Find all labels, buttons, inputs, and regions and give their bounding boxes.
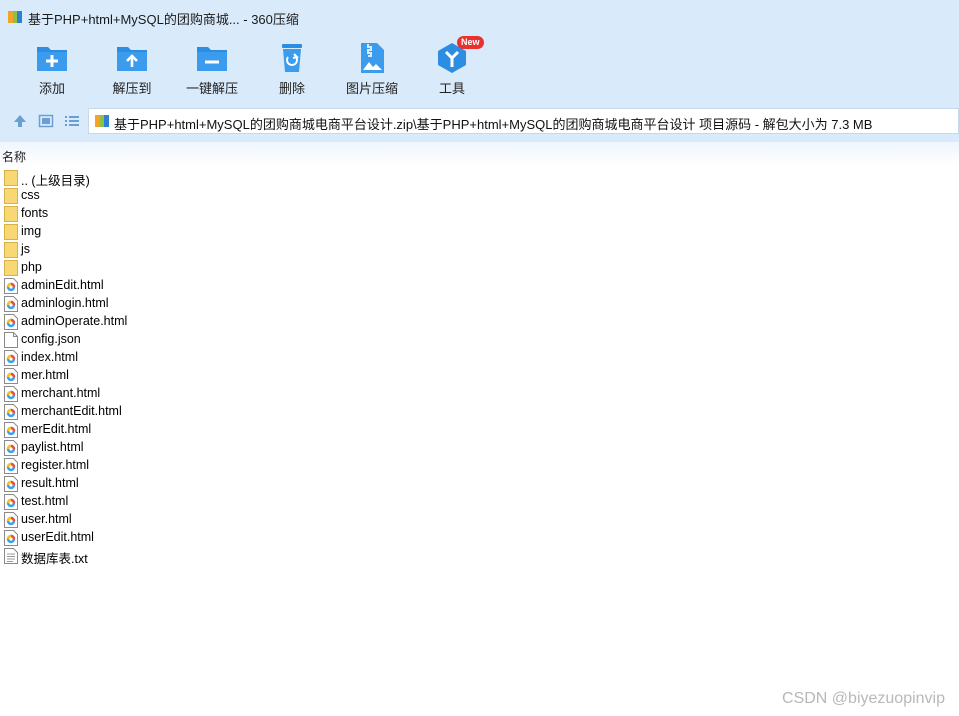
html-file-icon	[4, 476, 18, 492]
file-name: config.json	[21, 332, 81, 346]
folder-icon	[4, 170, 18, 186]
file-name: user.html	[21, 512, 72, 526]
html-file-icon	[4, 494, 18, 510]
title-bar: 基于PHP+html+MySQL的团购商城... - 360压缩	[0, 0, 959, 34]
new-badge: New	[457, 36, 484, 49]
file-icon	[4, 332, 18, 348]
file-row[interactable]: merchant.html	[4, 385, 604, 403]
file-list: .. (上级目录) css fonts img js php adminEdit.html a…	[4, 169, 604, 566]
file-name: fonts	[21, 206, 49, 220]
image-compress-icon	[361, 43, 384, 73]
file-name: adminlogin.html	[21, 296, 109, 310]
file-name: merchant.html	[21, 386, 101, 400]
delete-label: 删除	[278, 81, 305, 96]
file-name: merEdit.html	[21, 422, 92, 436]
file-row[interactable]: php	[4, 259, 604, 277]
file-name: test.html	[21, 494, 69, 508]
file-row[interactable]: index.html	[4, 349, 604, 367]
toolbar: 添加 解压到 一键解压 删除 图片压缩 New 工具	[0, 34, 959, 100]
recycle-delete-icon	[282, 44, 302, 72]
text-file-icon	[4, 548, 18, 564]
file-row[interactable]: register.html	[4, 457, 604, 475]
extract-to-icon	[117, 47, 147, 71]
html-file-icon	[4, 350, 18, 366]
watermark: CSDN @biyezuopinvip	[782, 690, 945, 707]
one-click-extract-icon	[197, 47, 227, 71]
one-click-extract-button[interactable]: 一键解压	[174, 39, 250, 97]
file-row[interactable]: user.html	[4, 511, 604, 529]
add-button[interactable]: 添加	[14, 39, 90, 97]
file-row[interactable]: css	[4, 187, 604, 205]
file-row[interactable]: fonts	[4, 205, 604, 223]
file-name: js	[21, 242, 31, 256]
file-row[interactable]: merEdit.html	[4, 421, 604, 439]
delete-button[interactable]: 删除	[254, 39, 330, 97]
archive-app-icon	[8, 11, 22, 23]
one-click-extract-label: 一键解压	[185, 81, 238, 96]
file-row[interactable]: 数据库表.txt	[4, 547, 604, 566]
up-arrow-icon[interactable]	[12, 113, 28, 129]
file-name: img	[21, 224, 42, 238]
file-name: userEdit.html	[21, 530, 94, 544]
extract-to-button[interactable]: 解压到	[94, 39, 170, 97]
image-compress-label: 图片压缩	[345, 81, 398, 96]
file-row[interactable]: config.json	[4, 331, 604, 349]
folder-icon	[4, 188, 18, 204]
file-row[interactable]: adminEdit.html	[4, 277, 604, 295]
file-name: 数据库表.txt	[21, 552, 88, 566]
folder-icon	[4, 224, 18, 240]
zip-archive-icon	[95, 115, 109, 127]
tools-label: 工具	[438, 81, 465, 96]
folder-icon	[4, 206, 18, 222]
html-file-icon	[4, 512, 18, 528]
file-row[interactable]: mer.html	[4, 367, 604, 385]
tools-button[interactable]: New 工具	[414, 36, 490, 97]
list-header-bg	[0, 142, 959, 166]
html-file-icon	[4, 278, 18, 294]
add-label: 添加	[38, 81, 65, 96]
file-name: merchantEdit.html	[21, 404, 122, 418]
folder-icon	[4, 242, 18, 258]
file-row[interactable]: adminlogin.html	[4, 295, 604, 313]
add-folder-icon	[37, 47, 67, 71]
html-file-icon	[4, 530, 18, 546]
extract-to-label: 解压到	[112, 81, 152, 96]
file-name: adminEdit.html	[21, 278, 104, 292]
path-field[interactable]: 基于PHP+html+MySQL的团购商城电商平台设计.zip\基于PHP+ht…	[88, 108, 959, 134]
html-file-icon	[4, 422, 18, 438]
file-row[interactable]: adminOperate.html	[4, 313, 604, 331]
file-name: paylist.html	[21, 440, 84, 454]
thumbnail-view-icon[interactable]	[38, 113, 54, 129]
file-row[interactable]: js	[4, 241, 604, 259]
html-file-icon	[4, 314, 18, 330]
path-text: 基于PHP+html+MySQL的团购商城电商平台设计.zip\基于PHP+ht…	[114, 117, 873, 132]
file-row[interactable]: .. (上级目录)	[4, 169, 604, 188]
file-name: php	[21, 260, 42, 274]
column-header-name[interactable]: 名称	[2, 148, 26, 165]
file-name: index.html	[21, 350, 78, 364]
folder-icon	[4, 260, 18, 276]
file-name: result.html	[21, 476, 79, 490]
list-view-icon[interactable]	[64, 113, 80, 129]
file-row[interactable]: result.html	[4, 475, 604, 493]
html-file-icon	[4, 404, 18, 420]
file-name: adminOperate.html	[21, 314, 128, 328]
file-name: css	[21, 188, 40, 202]
window-title: 基于PHP+html+MySQL的团购商城... - 360压缩	[28, 12, 299, 27]
html-file-icon	[4, 458, 18, 474]
file-row[interactable]: userEdit.html	[4, 529, 604, 547]
file-name: mer.html	[21, 368, 69, 382]
html-file-icon	[4, 386, 18, 402]
file-name: register.html	[21, 458, 90, 472]
file-row[interactable]: paylist.html	[4, 439, 604, 457]
file-row[interactable]: merchantEdit.html	[4, 403, 604, 421]
html-file-icon	[4, 440, 18, 456]
file-row[interactable]: img	[4, 223, 604, 241]
image-compress-button[interactable]: 图片压缩	[334, 39, 410, 97]
html-file-icon	[4, 296, 18, 312]
html-file-icon	[4, 368, 18, 384]
address-bar: 基于PHP+html+MySQL的团购商城电商平台设计.zip\基于PHP+ht…	[0, 100, 959, 142]
file-row[interactable]: test.html	[4, 493, 604, 511]
